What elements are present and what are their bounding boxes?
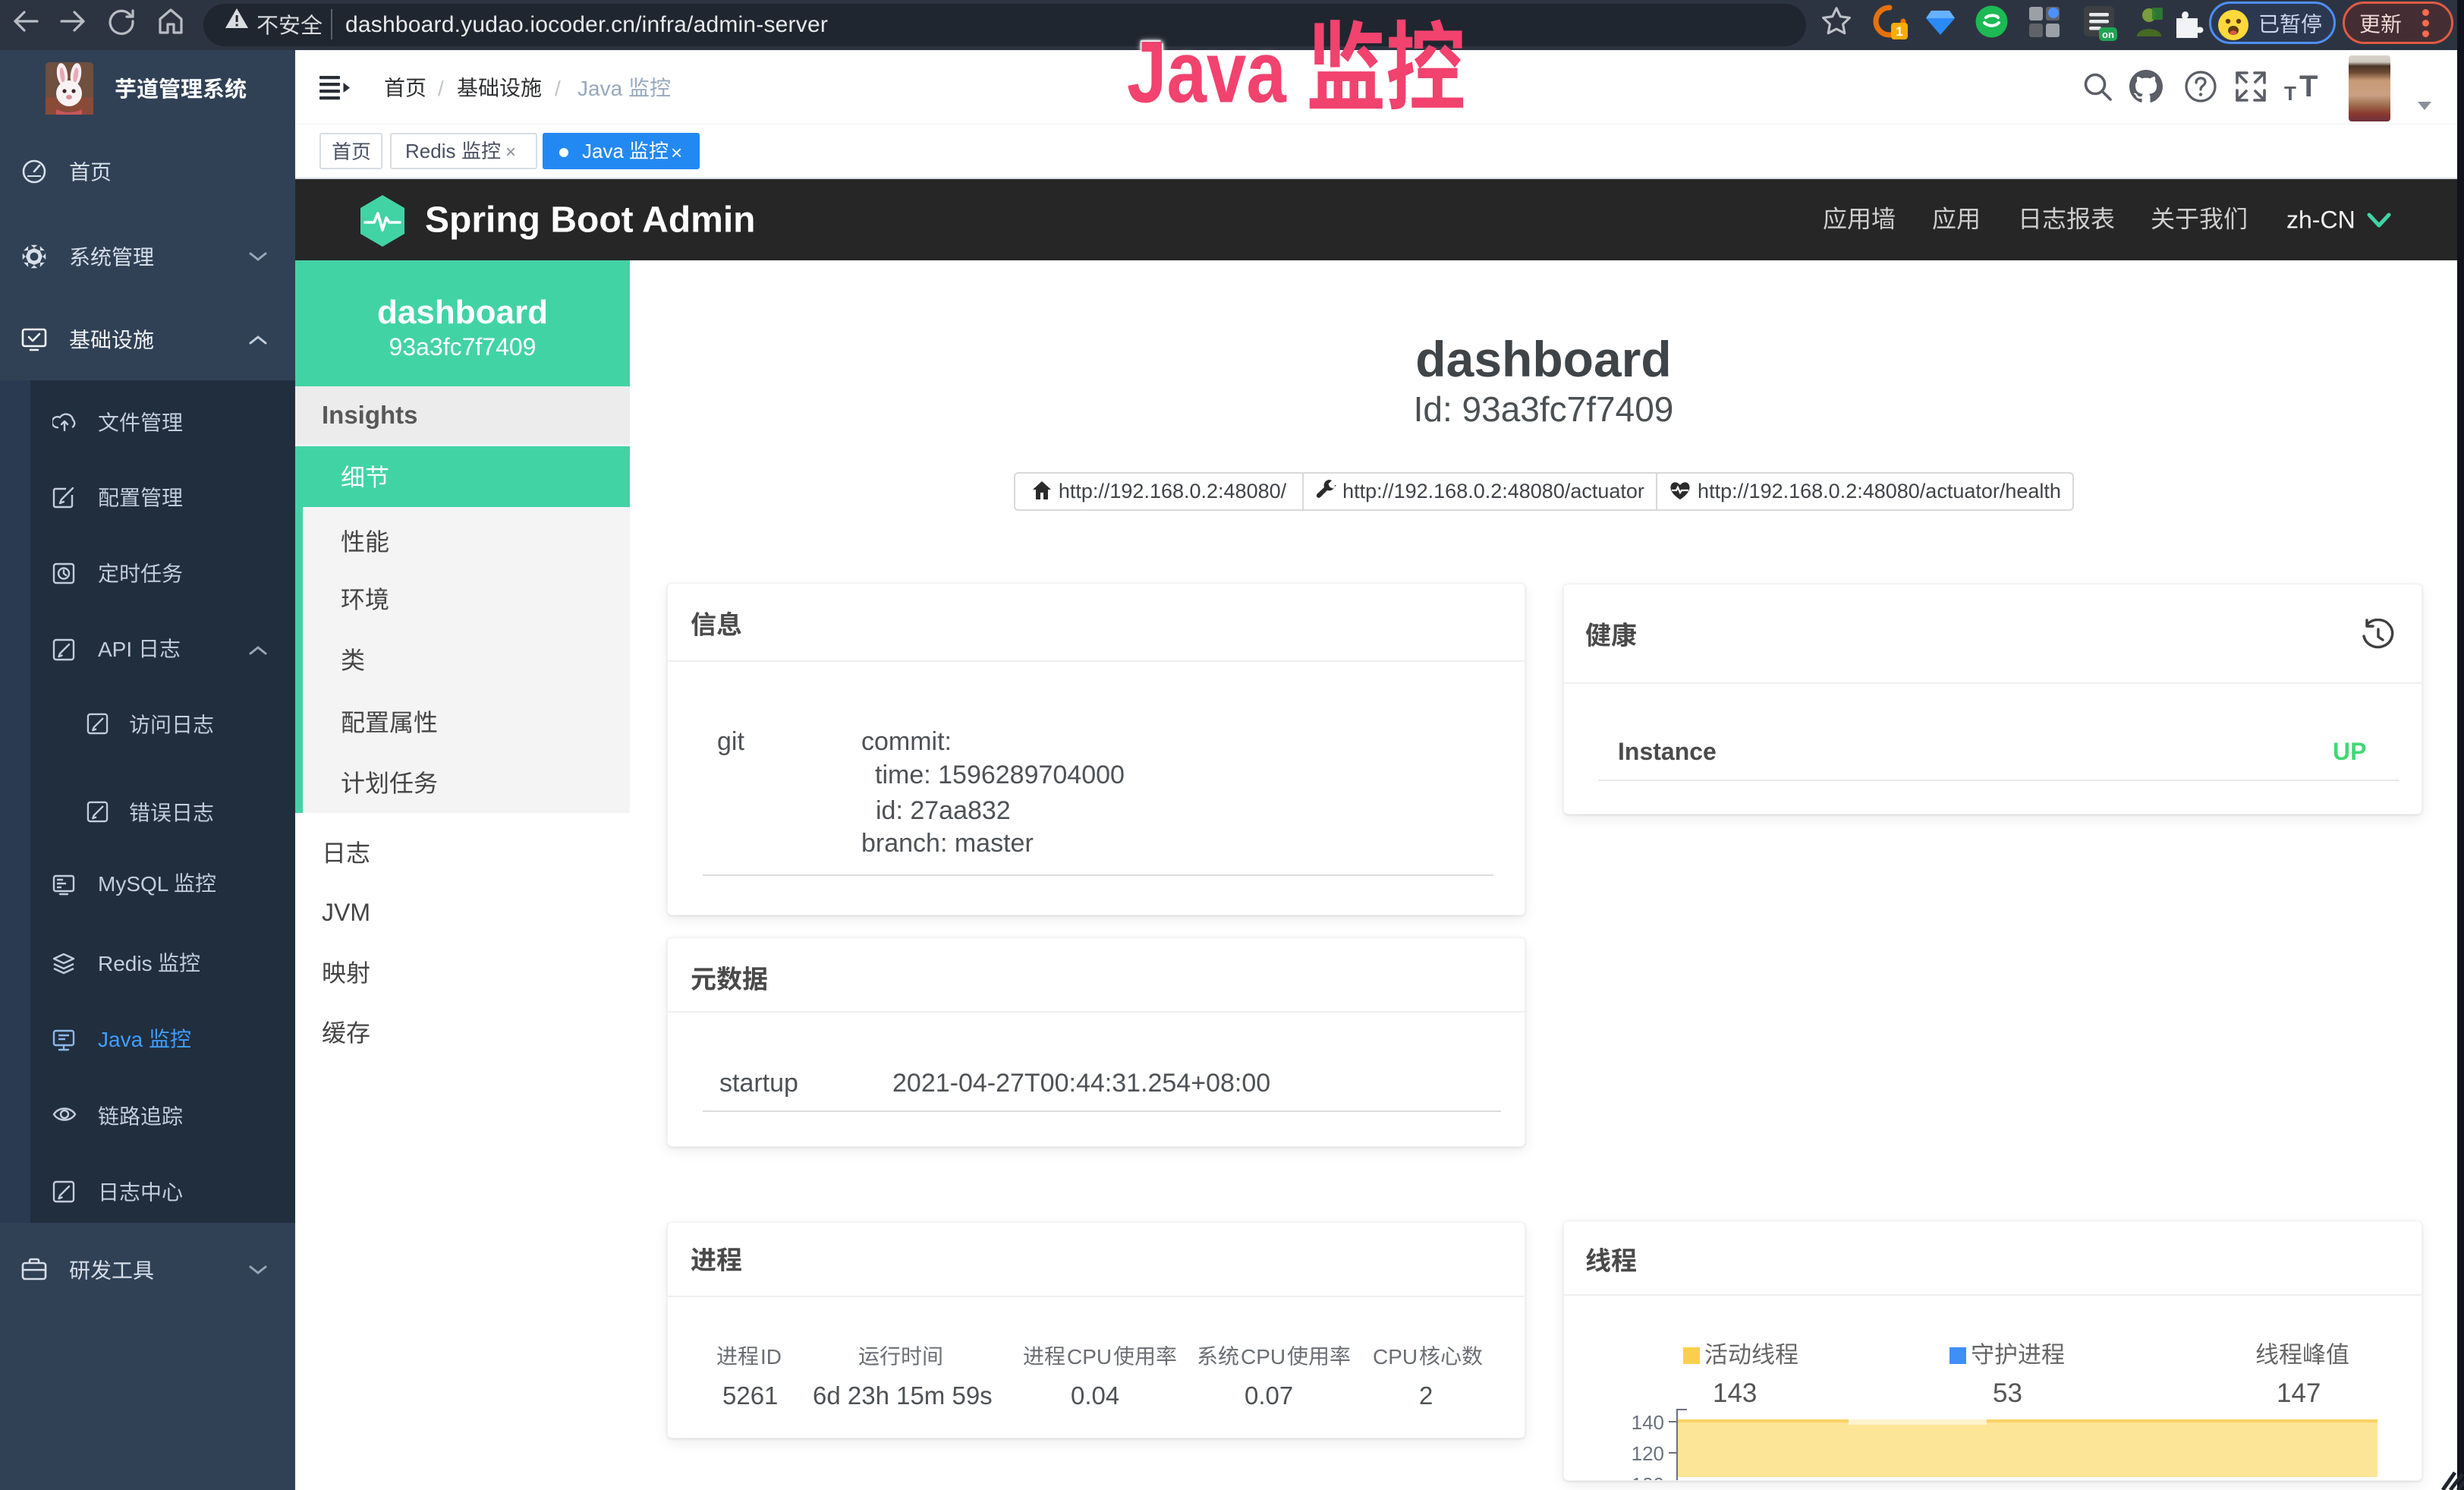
svg-text:on: on — [2102, 29, 2114, 40]
svg-text:1: 1 — [1896, 24, 1902, 39]
